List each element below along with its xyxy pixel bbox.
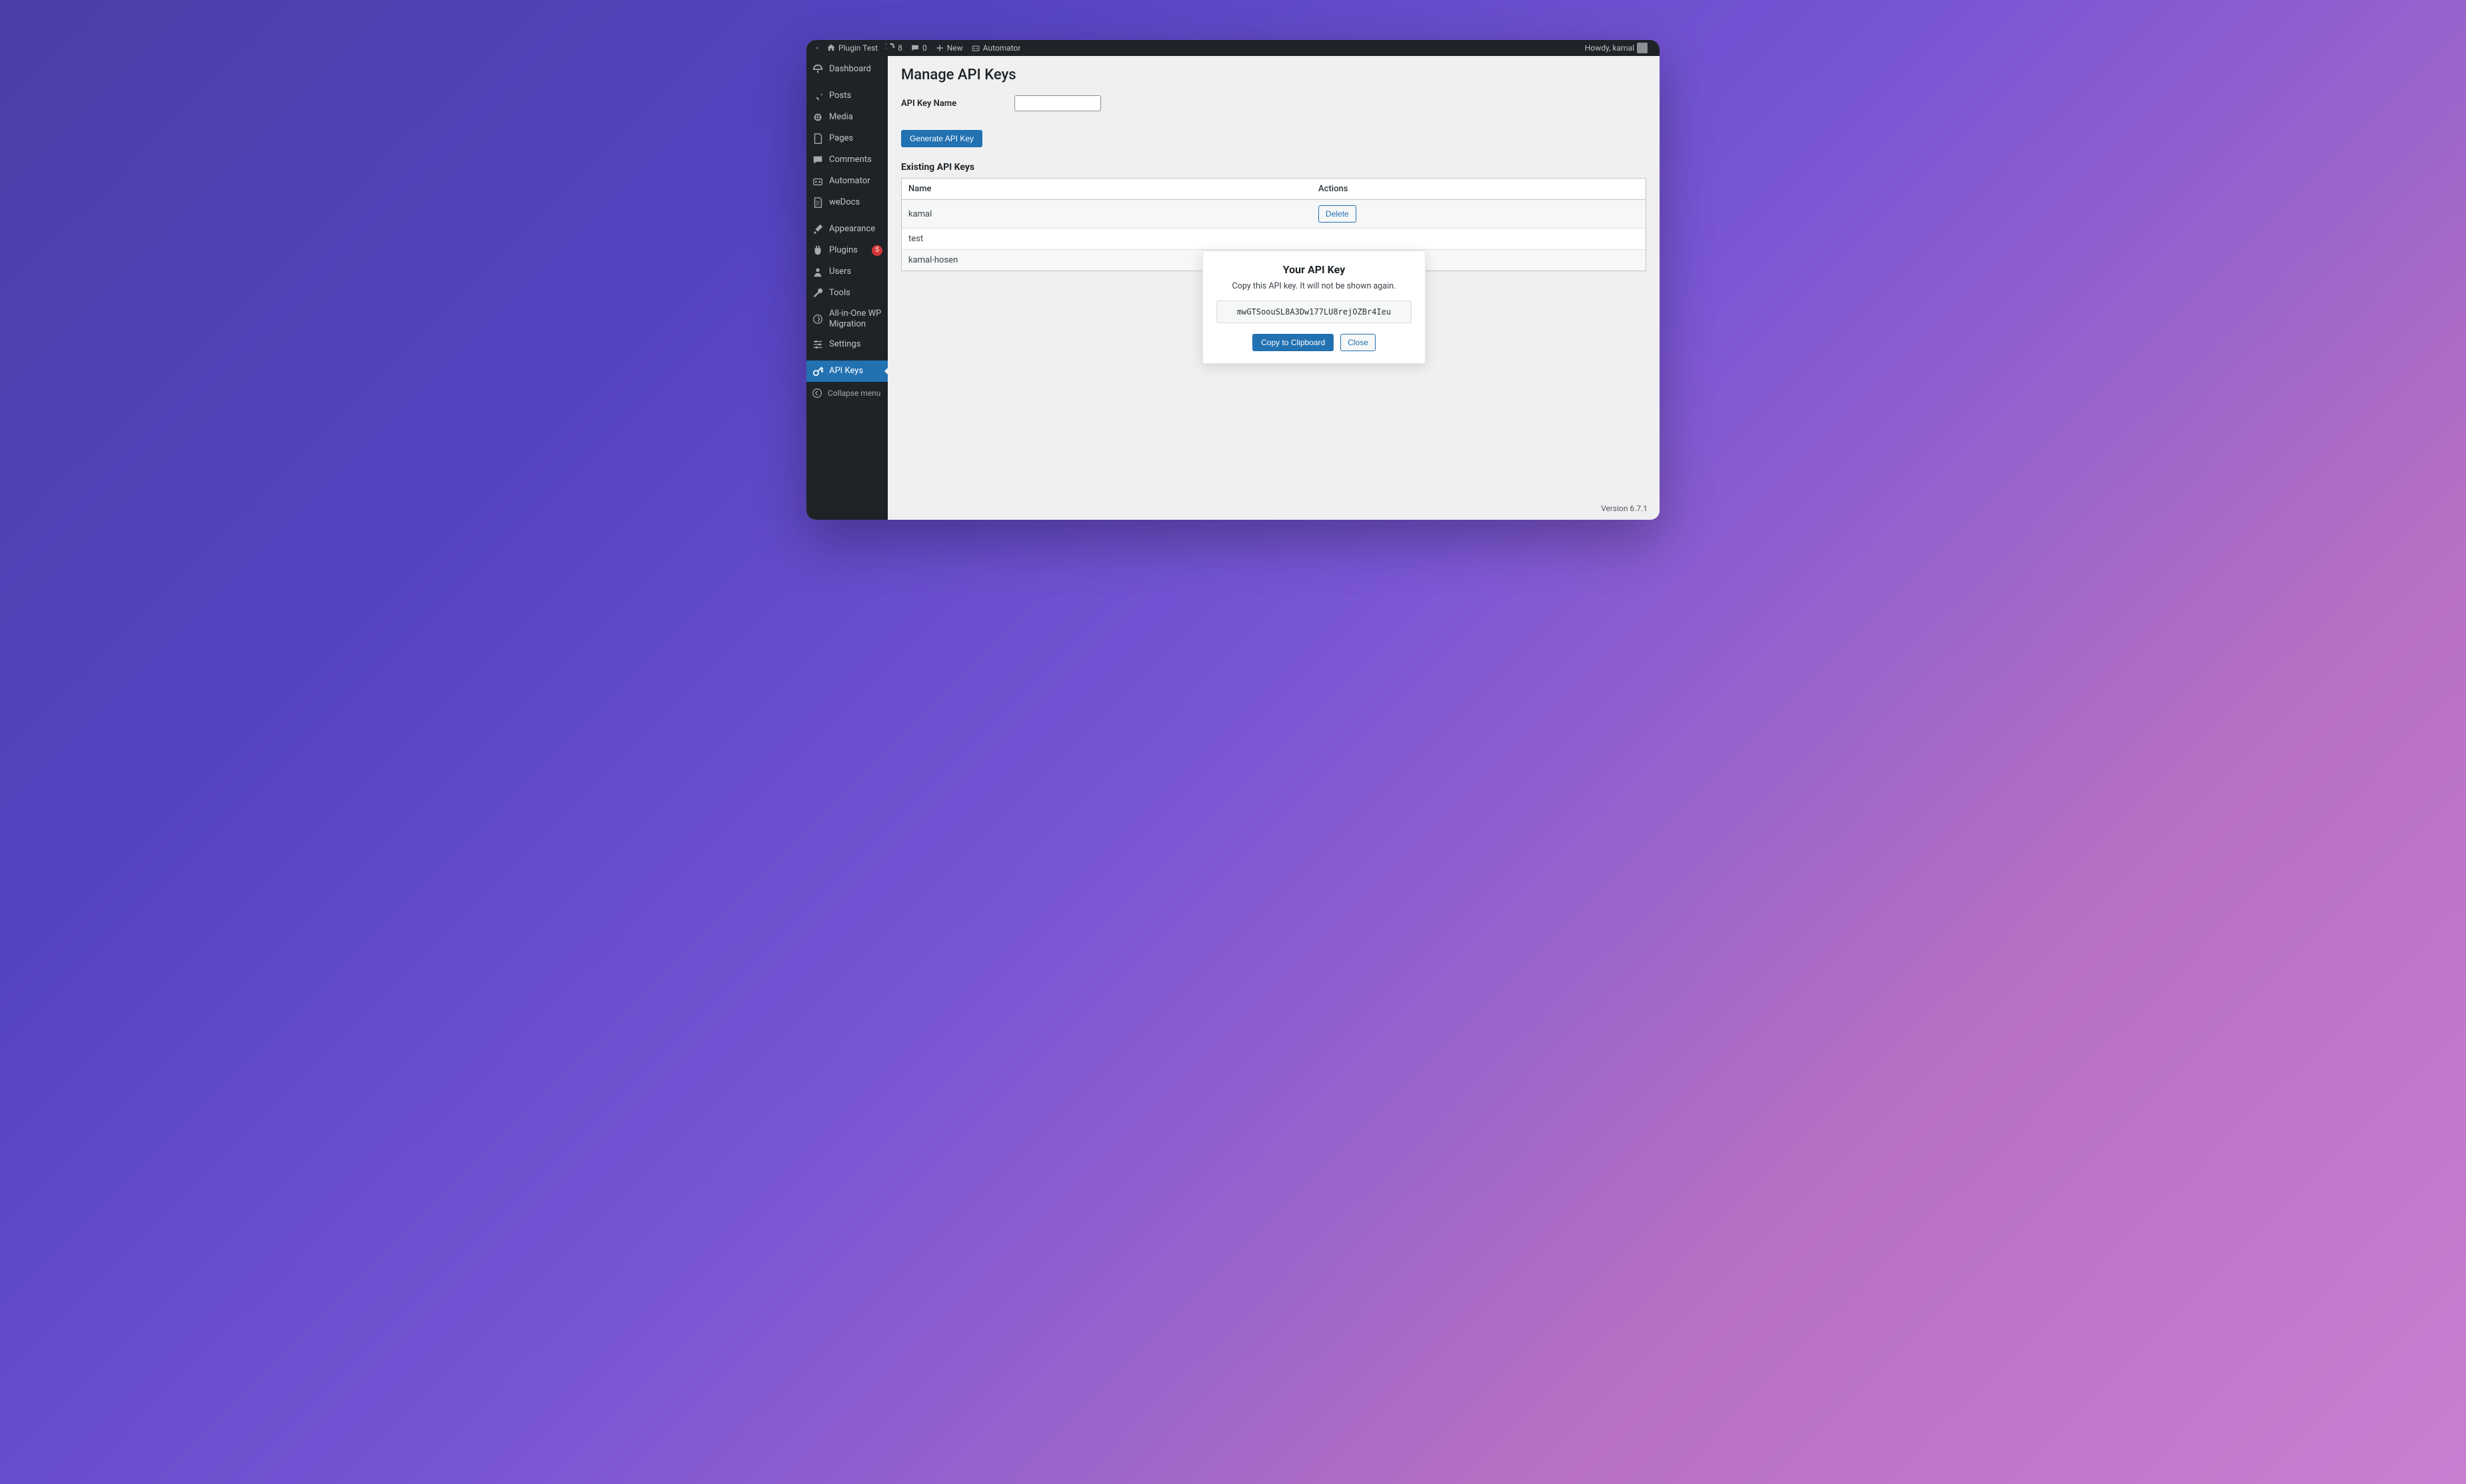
- site-name-link[interactable]: Plugin Test: [822, 40, 882, 56]
- sidebar-item-automator[interactable]: Automator: [806, 171, 888, 192]
- comment-icon: [812, 154, 824, 166]
- dashboard-icon: [812, 63, 824, 75]
- existing-keys-heading: Existing API Keys: [901, 162, 1646, 173]
- api-key-name-label: API Key Name: [901, 99, 1001, 109]
- collapse-label: Collapse menu: [828, 388, 880, 398]
- delete-button[interactable]: Delete: [1318, 205, 1356, 223]
- key-name-cell: kamal: [902, 200, 1312, 229]
- version-text: Version 6.7.1: [1601, 504, 1648, 513]
- user-icon: [812, 266, 824, 278]
- sidebar-item-label: Automator: [829, 176, 882, 187]
- doc-icon: [812, 197, 824, 209]
- key-actions-cell: Delete: [1312, 200, 1646, 229]
- sidebar-item-label: Posts: [829, 91, 882, 101]
- key-name-cell: test: [902, 229, 1312, 250]
- sidebar-item-tools[interactable]: Tools: [806, 283, 888, 304]
- collapse-icon: [812, 388, 822, 398]
- sidebar-item-wedocs[interactable]: weDocs: [806, 192, 888, 213]
- key-actions-cell: [1312, 229, 1646, 250]
- admin-bar: Plugin Test 8 0 New Automator Howdy, kam…: [806, 40, 1660, 56]
- sidebar-item-posts[interactable]: Posts: [806, 85, 888, 107]
- sidebar-item-label: Appearance: [829, 224, 882, 235]
- plug-icon: [812, 245, 824, 257]
- site-name-text: Plugin Test: [838, 43, 878, 53]
- col-actions-header: Actions: [1312, 179, 1646, 200]
- robot-icon: [812, 175, 824, 187]
- new-content-link[interactable]: New: [931, 40, 967, 56]
- sidebar-item-label: Media: [829, 112, 882, 123]
- collapse-menu-button[interactable]: Collapse menu: [806, 383, 888, 403]
- sidebar-item-label: Comments: [829, 155, 882, 165]
- automator-icon: [971, 43, 980, 53]
- new-label: New: [947, 43, 963, 53]
- sliders-icon: [812, 339, 824, 351]
- media-icon: [812, 111, 824, 123]
- copy-to-clipboard-button[interactable]: Copy to Clipboard: [1252, 334, 1334, 351]
- sidebar-item-api-keys[interactable]: API Keys: [806, 361, 888, 382]
- api-key-form-row: API Key Name: [901, 95, 1646, 111]
- plus-icon: [935, 43, 944, 53]
- update-icon: [886, 43, 895, 53]
- automator-label: Automator: [983, 43, 1021, 53]
- sidebar-item-users[interactable]: Users: [806, 261, 888, 283]
- wrench-icon: [812, 287, 824, 299]
- sidebar-item-media[interactable]: Media: [806, 107, 888, 128]
- brush-icon: [812, 223, 824, 235]
- sidebar-item-plugins[interactable]: Plugins 5: [806, 240, 888, 261]
- modal-title: Your API Key: [1216, 263, 1412, 276]
- close-button[interactable]: Close: [1340, 334, 1376, 351]
- api-key-value[interactable]: mwGTSoouSL8A3Dw177LU8rejOZBr4Ieu: [1216, 301, 1412, 323]
- table-row: kamal Delete: [902, 200, 1646, 229]
- page-title: Manage API Keys: [901, 67, 1646, 83]
- comment-icon: [910, 43, 920, 53]
- sidebar-item-dashboard[interactable]: Dashboard: [806, 59, 888, 80]
- plugins-update-badge: 5: [872, 245, 882, 256]
- key-icon: [812, 365, 824, 377]
- circle-arrow-icon: [812, 313, 824, 325]
- sidebar-item-comments[interactable]: Comments: [806, 149, 888, 171]
- table-row: test: [902, 229, 1646, 250]
- sidebar-item-label: API Keys: [829, 366, 882, 376]
- comments-count: 0: [922, 43, 927, 53]
- home-icon: [826, 43, 836, 53]
- sidebar-item-label: Dashboard: [829, 64, 882, 75]
- api-key-name-input[interactable]: [1014, 95, 1101, 111]
- sidebar-item-label: Tools: [829, 288, 882, 299]
- sidebar-item-label: Pages: [829, 133, 882, 144]
- pin-icon: [812, 90, 824, 102]
- wp-logo-icon[interactable]: [812, 40, 822, 56]
- comments-link[interactable]: 0: [906, 40, 931, 56]
- sidebar-item-migration[interactable]: All-in-One WP Migration: [806, 304, 888, 334]
- sidebar-item-appearance[interactable]: Appearance: [806, 219, 888, 240]
- howdy-text: Howdy, kamal: [1585, 43, 1634, 53]
- api-key-modal: Your API Key Copy this API key. It will …: [1202, 251, 1426, 364]
- automator-toolbar-link[interactable]: Automator: [967, 40, 1025, 56]
- sidebar-item-label: Settings: [829, 339, 882, 350]
- generate-api-key-button[interactable]: Generate API Key: [901, 130, 982, 147]
- col-name-header: Name: [902, 179, 1312, 200]
- main-content: Manage API Keys API Key Name Generate AP…: [888, 56, 1660, 520]
- sidebar-item-label: All-in-One WP Migration: [829, 309, 882, 329]
- sidebar-item-settings[interactable]: Settings: [806, 334, 888, 355]
- admin-sidebar: Dashboard Posts Media Pages Comments Aut…: [806, 56, 888, 520]
- updates-count: 8: [898, 43, 902, 53]
- howdy-user-link[interactable]: Howdy, kamal: [1581, 40, 1652, 56]
- modal-subtitle: Copy this API key. It will not be shown …: [1216, 281, 1412, 291]
- sidebar-item-label: Users: [829, 267, 882, 277]
- page-icon: [812, 133, 824, 145]
- sidebar-item-pages[interactable]: Pages: [806, 128, 888, 149]
- sidebar-item-label: weDocs: [829, 197, 882, 208]
- app-window: Plugin Test 8 0 New Automator Howdy, kam…: [806, 40, 1660, 520]
- avatar-icon: [1637, 43, 1648, 53]
- sidebar-item-label: Plugins: [829, 245, 864, 256]
- updates-link[interactable]: 8: [882, 40, 906, 56]
